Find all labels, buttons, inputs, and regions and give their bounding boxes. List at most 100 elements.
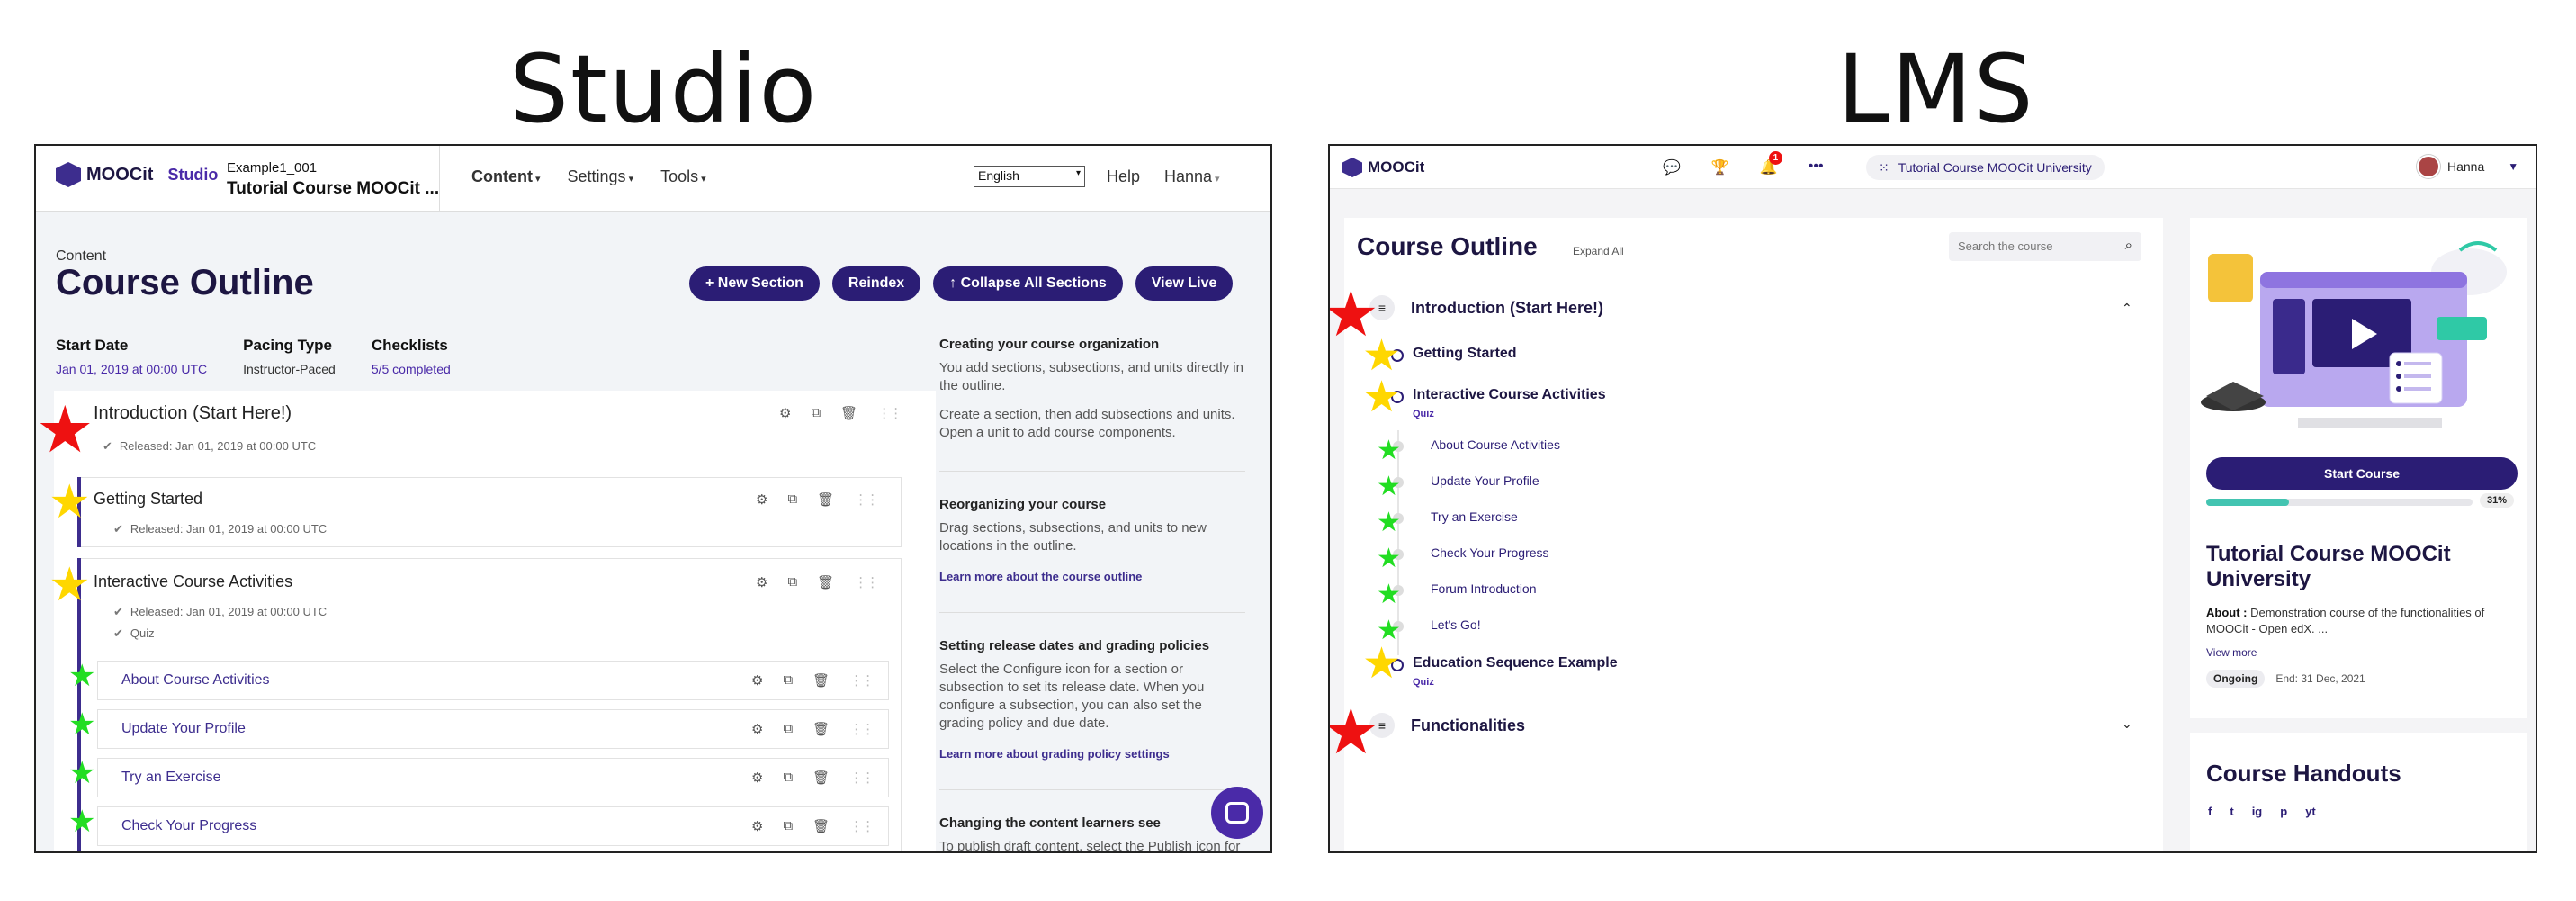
gear-icon[interactable]: ⚙ [779,405,791,421]
pinterest-icon[interactable]: p [2280,805,2287,818]
outline-unit: Update Your Profile ⚙ ⧉ 🗑 ⋮⋮ [97,709,889,749]
unit-title[interactable]: About Course Activities [1431,437,1560,452]
subsection-title[interactable]: Getting Started [94,490,202,509]
yellow-star-icon: ★ [49,559,91,611]
green-star-icon: ★ [1377,436,1401,465]
duplicate-icon[interactable]: ⧉ [783,721,793,737]
unit-title[interactable]: Update Your Profile [1431,473,1539,488]
notification-bell-icon[interactable]: 🔔 1 [1760,151,1782,176]
user-menu[interactable]: Hanna ▼ [2417,155,2518,178]
chevron-up-icon[interactable]: ⌃ [2122,301,2132,316]
unit-title[interactable]: Check Your Progress [121,818,256,834]
delete-icon[interactable]: 🗑 [812,672,830,689]
section-title[interactable]: Functionalities [1411,716,1525,735]
outline-unit: About Course Activities ⚙ ⧉ 🗑 ⋮⋮ [97,661,889,700]
studio-screenshot: MOOCit Studio Example1_001 Tutorial Cour… [34,144,1272,853]
studio-header: MOOCit Studio Example1_001 Tutorial Cour… [36,146,1270,212]
help-link[interactable]: Learn more about grading policy settings [939,747,1245,761]
chat-button[interactable] [1211,787,1263,839]
course-outline: Course Outline Expand All Search the cou… [1344,218,2163,851]
gear-icon[interactable]: ⚙ [751,672,763,689]
progress-percent: 31% [2480,493,2515,508]
unit-title[interactable]: Try an Exercise [1431,509,1518,524]
help-link[interactable]: Learn more about the course outline [939,570,1245,583]
unit-title[interactable]: About Course Activities [121,672,270,689]
search-input[interactable]: Search the course ⌕ [1949,232,2141,261]
course-switcher[interactable]: ⁙ Tutorial Course MOOCit University [1866,155,2105,180]
more-icon[interactable]: ••• [1809,158,1824,176]
duplicate-icon[interactable]: ⧉ [783,770,793,786]
red-star-icon: ★ [36,394,94,466]
gear-icon[interactable]: ⚙ [751,770,763,786]
delete-icon[interactable]: 🗑 [840,405,857,421]
start-course-button[interactable]: Start Course [2206,457,2518,490]
delete-icon[interactable]: 🗑 [812,721,830,737]
collapse-all-button[interactable]: ↑ Collapse All Sections [933,266,1123,301]
end-date: End: 31 Dec, 2021 [2275,672,2365,685]
chevron-down-icon: ▾ [701,174,706,185]
view-more-link[interactable]: View more [2206,646,2257,659]
unit-actions: ⚙ ⧉ 🗑 ⋮⋮ [751,818,875,834]
language-select[interactable]: English ▾ [974,166,1085,187]
unit-title[interactable]: Let's Go! [1431,617,1481,632]
duplicate-icon[interactable]: ⧉ [787,491,797,508]
youtube-icon[interactable]: yt [2305,805,2316,818]
drag-handle-icon[interactable]: ⋮⋮ [849,818,875,834]
expand-all-button[interactable]: Expand All [1573,245,1624,257]
chevron-down-icon[interactable]: ⌄ [2122,716,2132,732]
drag-handle-icon[interactable]: ⋮⋮ [849,770,875,786]
drag-handle-icon[interactable]: ⋮⋮ [854,574,879,590]
drag-handle-icon[interactable]: ⋮⋮ [849,672,875,689]
section-title[interactable]: Introduction (Start Here!) [1411,299,1603,318]
drag-handle-icon[interactable]: ⋮⋮ [877,405,902,421]
subsection-title[interactable]: Education Sequence Example [1413,655,1618,671]
duplicate-icon[interactable]: ⧉ [787,574,797,590]
nav-tools[interactable]: Tools ▾ [660,167,706,186]
unit-title[interactable]: Forum Introduction [1431,581,1537,596]
lms-logo[interactable]: MOOCit [1342,158,1424,177]
unit-title[interactable]: Try an Exercise [121,770,221,786]
section-title[interactable]: Introduction (Start Here!) [94,403,292,424]
new-section-button[interactable]: + New Section [689,266,820,301]
yellow-star-icon: ★ [1362,374,1402,421]
gear-icon[interactable]: ⚙ [756,574,767,590]
delete-icon[interactable]: 🗑 [812,818,830,834]
delete-icon[interactable]: 🗑 [817,491,834,508]
drag-handle-icon[interactable]: ⋮⋮ [854,491,879,508]
subsection-tag: Quiz [1413,409,1434,419]
duplicate-icon[interactable]: ⧉ [811,405,821,421]
delete-icon[interactable]: 🗑 [812,770,830,786]
logo-text: MOOCit [86,164,154,185]
subsection-title[interactable]: Getting Started [1413,346,1517,362]
gear-icon[interactable]: ⚙ [756,491,767,508]
subsection-title[interactable]: Interactive Course Activities [1413,387,1606,403]
twitter-icon[interactable]: t [2230,805,2233,818]
duplicate-icon[interactable]: ⧉ [783,818,793,834]
duplicate-icon[interactable]: ⧉ [783,672,793,689]
course-title: Tutorial Course MOOCit University [2206,542,2451,591]
gear-icon[interactable]: ⚙ [751,818,763,834]
nav-settings[interactable]: Settings ▾ [568,167,634,186]
stat-value: Instructor-Paced [243,362,336,376]
drag-handle-icon[interactable]: ⋮⋮ [849,721,875,737]
studio-logo[interactable]: MOOCit Studio [56,162,218,187]
trophy-icon[interactable]: 🏆 [1711,158,1729,176]
divider [939,471,1245,472]
reindex-button[interactable]: Reindex [831,266,921,301]
facebook-icon[interactable]: f [2208,805,2212,818]
view-live-button[interactable]: View Live [1135,266,1234,301]
unit-title[interactable]: Check Your Progress [1431,545,1549,560]
delete-icon[interactable]: 🗑 [817,574,834,590]
nav-content[interactable]: Content ▾ [471,167,541,186]
unit-title[interactable]: Update Your Profile [121,721,246,737]
subsection-title[interactable]: Interactive Course Activities [94,572,292,591]
stat-value[interactable]: Jan 01, 2019 at 00:00 UTC [56,362,207,376]
moocit-logo-icon [56,162,81,187]
unit-actions: ⚙ ⧉ 🗑 ⋮⋮ [751,672,875,689]
instagram-icon[interactable]: ig [2252,805,2263,818]
user-menu[interactable]: Hanna ▾ [1164,167,1220,186]
gear-icon[interactable]: ⚙ [751,721,763,737]
discussion-icon[interactable]: 💬 [1663,158,1681,176]
stat-value[interactable]: 5/5 completed [372,362,451,376]
help-link[interactable]: Help [1107,167,1140,186]
